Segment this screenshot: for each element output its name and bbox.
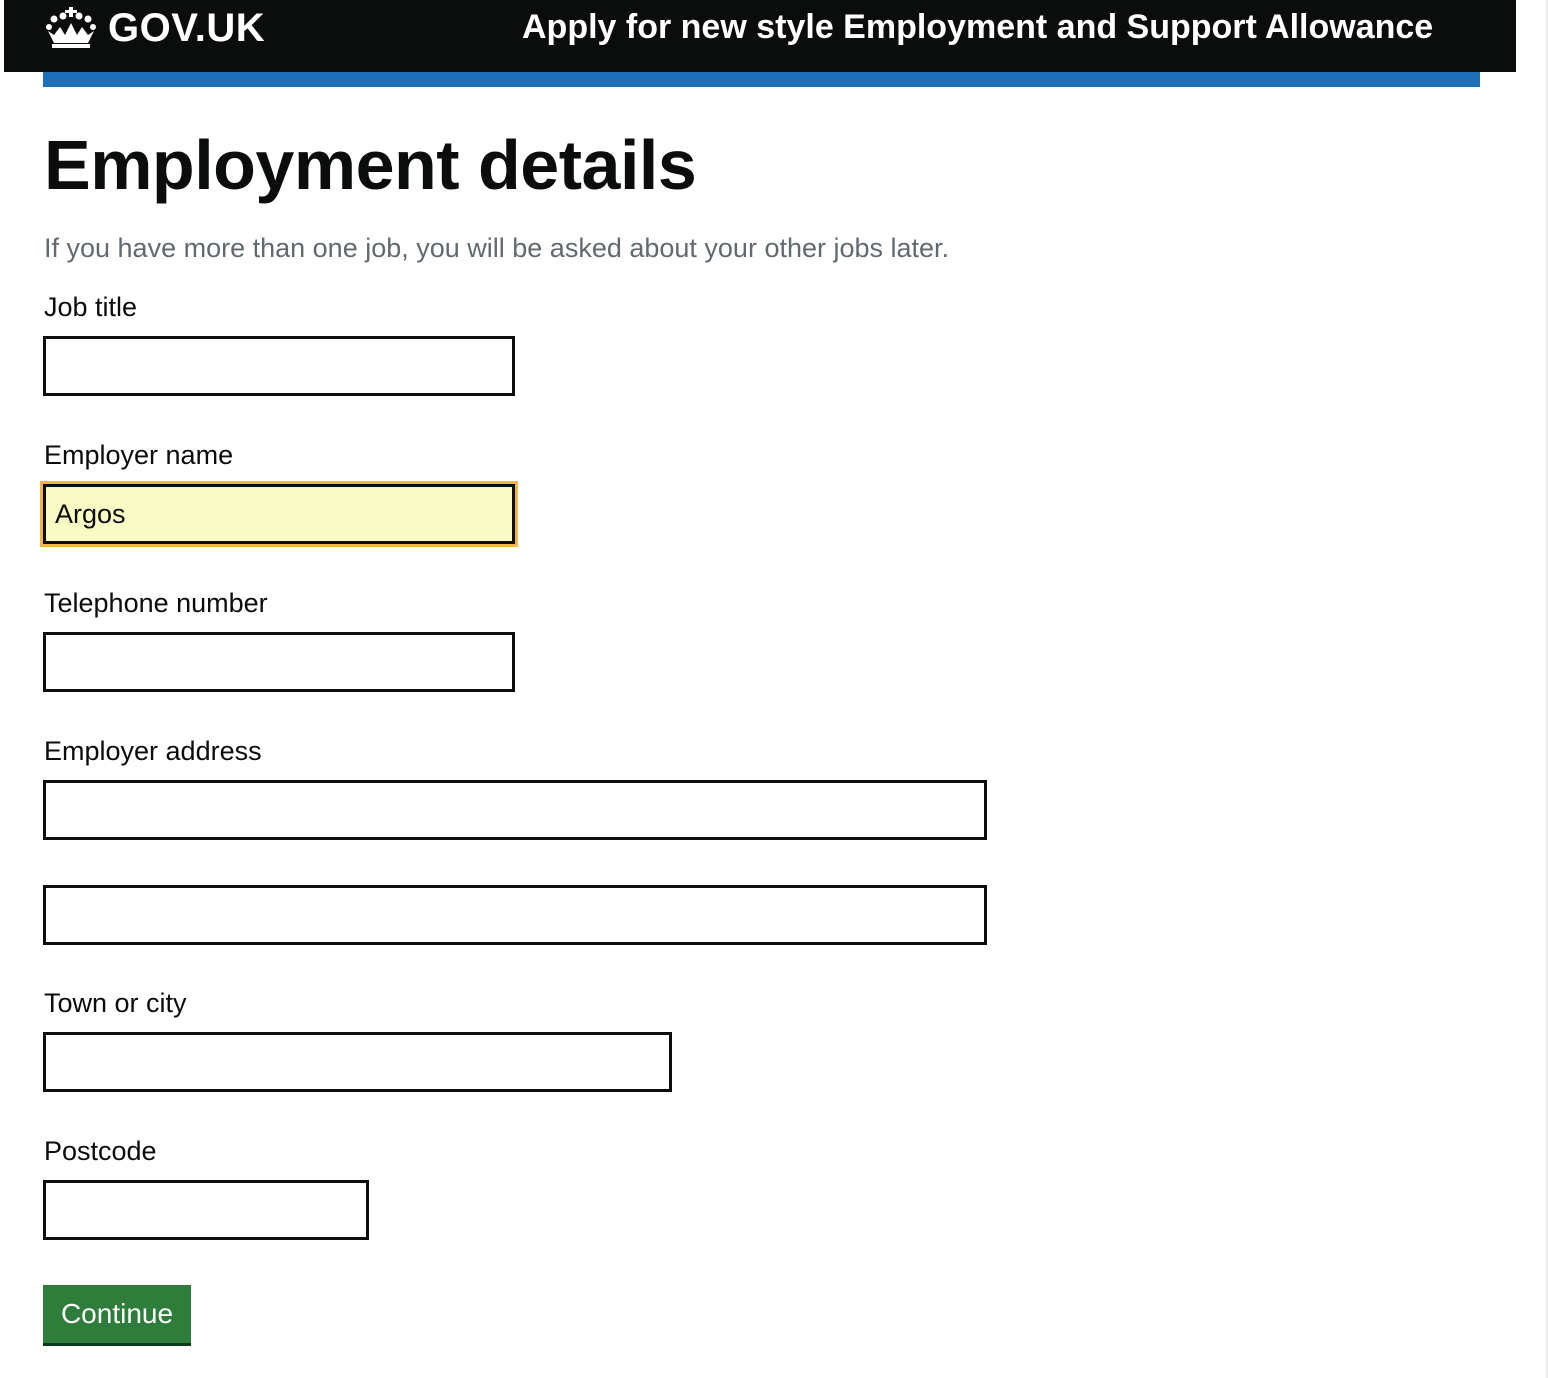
- job-title-label: Job title: [44, 292, 138, 322]
- continue-button[interactable]: Continue: [43, 1285, 191, 1343]
- telephone-label: Telephone number: [44, 588, 268, 618]
- header-blue-bar: [43, 72, 1480, 87]
- employer-address-label: Employer address: [44, 736, 262, 766]
- employer-name-label: Employer name: [44, 440, 234, 470]
- main-content: Employment details If you have more than…: [43, 120, 1474, 1343]
- govuk-logo-link[interactable]: GOV.UK: [44, 6, 265, 50]
- page-title: Employment details: [44, 126, 697, 204]
- telephone-input[interactable]: [43, 632, 515, 692]
- govuk-logo-text: GOV.UK: [108, 5, 266, 50]
- town-label: Town or city: [44, 988, 187, 1018]
- town-input[interactable]: [43, 1032, 672, 1092]
- govuk-header: GOV.UK Apply for new style Employment an…: [4, 0, 1516, 72]
- service-name-link[interactable]: Apply for new style Employment and Suppo…: [522, 8, 1433, 47]
- postcode-label: Postcode: [44, 1136, 157, 1166]
- crown-icon: [46, 7, 96, 48]
- employer-address-line2-input[interactable]: [43, 885, 987, 945]
- page-hint: If you have more than one job, you will …: [44, 233, 950, 263]
- postcode-input[interactable]: [43, 1180, 369, 1240]
- job-title-input[interactable]: [43, 336, 515, 396]
- employer-name-input[interactable]: [43, 484, 515, 544]
- employer-address-line1-input[interactable]: [43, 780, 987, 840]
